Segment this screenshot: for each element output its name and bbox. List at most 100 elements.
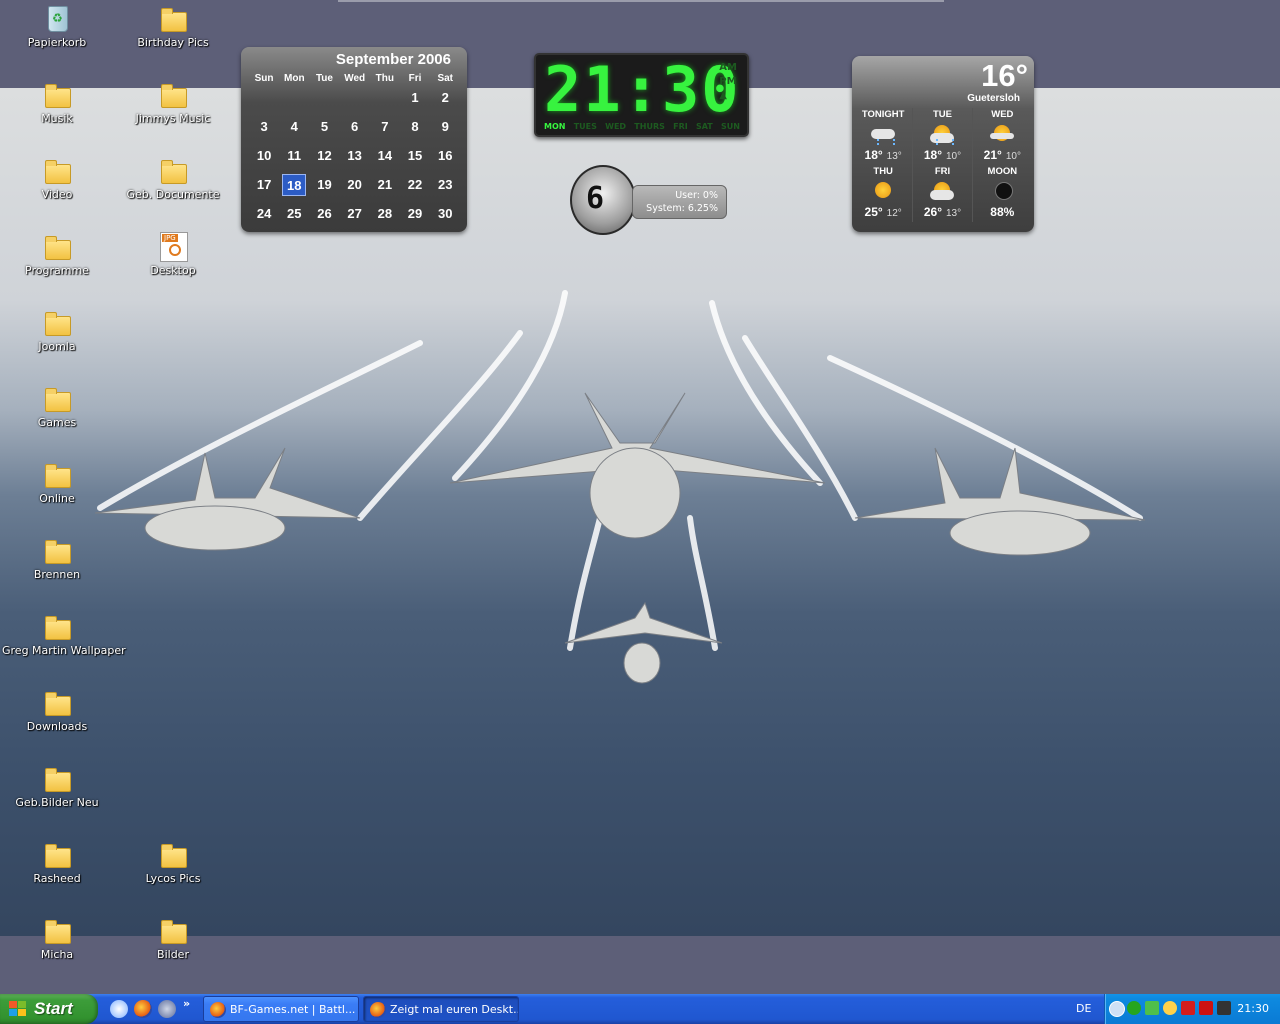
desktop-icon-folder[interactable]: Birthday Pics: [118, 4, 228, 49]
calendar-day[interactable]: 30: [430, 203, 460, 232]
calendar-gadget[interactable]: September 2006 Sun Mon Tue Wed Thu Fri Sat 123…: [241, 47, 467, 232]
calendar-day[interactable]: 12: [309, 145, 339, 174]
calendar-day[interactable]: 8: [400, 116, 430, 145]
tray-clock[interactable]: 21:30: [1237, 1002, 1269, 1015]
forecast-day: WED: [991, 109, 1014, 120]
quicklaunch-chevron[interactable]: »: [183, 997, 190, 1010]
desktop-icon-folder[interactable]: Geb.Bilder Neu: [2, 764, 112, 809]
calendar-day[interactable]: 3: [249, 116, 279, 145]
desktop-icon-folder[interactable]: Rasheed: [2, 840, 112, 885]
start-button[interactable]: Start: [0, 994, 98, 1024]
desktop-icon-label: Joomla: [38, 340, 76, 353]
calendar-day[interactable]: 20: [340, 174, 370, 203]
calendar-day[interactable]: 26: [309, 203, 339, 232]
calendar-days: 1 2 3 4 5 6 7 8 9 10 11 12 13 14 15 16 17 18 19 20 21 22 23 24 2…: [249, 87, 461, 232]
calendar-day[interactable]: 7: [370, 116, 400, 145]
weather-forecast: TONIGHT 18° 13° TUE 18° 10° WED 21° 10° THU…: [854, 108, 1032, 222]
calendar-day[interactable]: 14: [370, 145, 400, 174]
media-player-icon[interactable]: [158, 1000, 176, 1018]
desktop-icon-label: Bilder: [157, 948, 189, 961]
taskbar-button[interactable]: Zeigt mal euren Deskt...: [363, 996, 519, 1022]
desktop-icon-folder[interactable]: Online: [2, 460, 112, 505]
clock-alarm-icon: ▲: [719, 90, 727, 101]
clock-days: MON TUES WED THURS FRI SAT SUN: [544, 122, 740, 131]
desktop-icon-folder[interactable]: Brennen: [2, 536, 112, 581]
desktop-icon-folder[interactable]: Games: [2, 384, 112, 429]
firefox-icon: [210, 1002, 226, 1018]
calendar-day[interactable]: 25: [279, 203, 309, 232]
desktop-icon-folder[interactable]: Lycos Pics: [118, 840, 228, 885]
calendar-day[interactable]: 28: [370, 203, 400, 232]
forecast-cell: WED 21° 10°: [973, 108, 1032, 165]
calendar-weekday: Thu: [375, 73, 394, 84]
digital-clock-gadget[interactable]: 21:30 AM PM ▲ MON TUES WED THURS FRI SAT SUN: [534, 53, 749, 137]
desktop-icon-folder[interactable]: Greg Martin Wallpaper: [2, 612, 126, 657]
calendar-day[interactable]: 1: [400, 87, 430, 116]
desktop-icon-label: Geb. Documente: [126, 188, 220, 201]
folder-icon: [42, 156, 72, 186]
calendar-day[interactable]: 2: [430, 87, 460, 116]
calendar-day[interactable]: 23: [430, 174, 460, 203]
desktop-icon-jpg-file[interactable]: JPG Desktop: [118, 232, 228, 277]
forecast-cell: FRI 26° 13°: [913, 165, 973, 222]
desktop-icon-folder[interactable]: Geb. Documente: [118, 156, 228, 201]
cpu-value: 6: [586, 181, 605, 216]
calendar-day[interactable]: 9: [430, 116, 460, 145]
calendar-blank: [370, 87, 400, 116]
calendar-day[interactable]: 27: [340, 203, 370, 232]
forecast-cell: THU 25° 12°: [854, 165, 914, 222]
calendar-day[interactable]: 5: [309, 116, 339, 145]
desktop-icon-folder[interactable]: Musik: [2, 80, 112, 125]
desktop-icon-folder[interactable]: Bilder: [118, 916, 228, 961]
desktop-icon-folder[interactable]: Downloads: [2, 688, 112, 733]
desktop-icon-folder[interactable]: Video: [2, 156, 112, 201]
folder-icon: [42, 764, 72, 794]
folder-icon: [158, 840, 188, 870]
calendar-day[interactable]: 4: [279, 116, 309, 145]
taskbar-button[interactable]: BF-Games.net | Battl...: [203, 996, 359, 1022]
calendar-day[interactable]: 15: [400, 145, 430, 174]
calendar-day[interactable]: 21: [370, 174, 400, 203]
smiley-icon[interactable]: [1163, 1001, 1177, 1015]
desktop-icon-folder[interactable]: Jimmys Music: [118, 80, 228, 125]
calendar-day[interactable]: 17: [249, 174, 279, 203]
show-desktop-icon[interactable]: [110, 1000, 128, 1018]
forecast-day: TONIGHT: [861, 109, 905, 120]
rain-cloud-icon: [871, 123, 896, 145]
speaker-icon[interactable]: [1217, 1001, 1231, 1015]
forecast-low: 10°: [946, 151, 962, 162]
desktop-icon-label: Micha: [40, 948, 74, 961]
desktop-icon-folder[interactable]: Micha: [2, 916, 112, 961]
messenger-icon[interactable]: [1145, 1001, 1159, 1015]
calendar-day[interactable]: 6: [340, 116, 370, 145]
calendar-weekday: Tue: [315, 73, 333, 84]
calendar-day[interactable]: 24: [249, 203, 279, 232]
clock-am: AM: [719, 62, 737, 73]
calendar-day[interactable]: 16: [430, 145, 460, 174]
language-indicator[interactable]: DE: [1076, 1002, 1091, 1015]
tray-expand-icon[interactable]: [1109, 1001, 1125, 1017]
calendar-day[interactable]: 18: [282, 174, 307, 196]
calendar-month: September 2006: [335, 51, 451, 68]
calendar-day[interactable]: 13: [340, 145, 370, 174]
calendar-day[interactable]: 29: [400, 203, 430, 232]
calendar-day[interactable]: 10: [249, 145, 279, 174]
firefox-icon: [370, 1002, 386, 1018]
moon-icon: [990, 180, 1014, 200]
clover-icon[interactable]: [1127, 1001, 1141, 1015]
desktop-icon-folder[interactable]: Programme: [2, 232, 112, 277]
forecast-cell: TUE 18° 10°: [913, 108, 973, 165]
folder-icon: [158, 80, 188, 110]
desktop-icon-label: Papierkorb: [27, 36, 87, 49]
calendar-day[interactable]: 22: [400, 174, 430, 203]
ati-icon[interactable]: [1199, 1001, 1213, 1015]
calendar-weekday: Wed: [344, 73, 366, 84]
desktop-icon-folder[interactable]: Joomla: [2, 308, 112, 353]
kaspersky-icon[interactable]: [1181, 1001, 1195, 1015]
forecast-day: FRI: [934, 166, 951, 177]
firefox-icon[interactable]: [134, 1000, 152, 1018]
weather-gadget[interactable]: 16° Guetersloh TONIGHT 18° 13° TUE 18° 10°…: [852, 56, 1034, 232]
calendar-day[interactable]: 19: [309, 174, 339, 203]
desktop-icon-recycle-bin[interactable]: Papierkorb: [2, 4, 112, 49]
calendar-day[interactable]: 11: [279, 145, 309, 174]
